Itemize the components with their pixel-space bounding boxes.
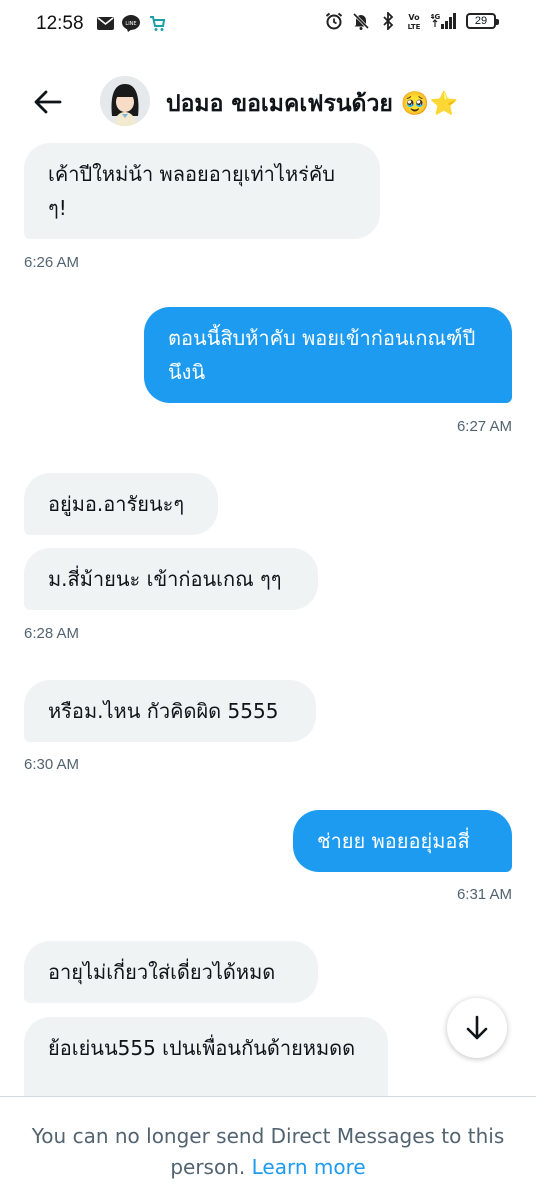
- avatar-image: [100, 76, 150, 126]
- back-button[interactable]: [30, 84, 66, 120]
- notice-text-container: You can no longer send Direct Messages t…: [30, 1121, 506, 1183]
- notification-icons: LINE: [96, 14, 166, 32]
- dm-disabled-notice: You can no longer send Direct Messages t…: [0, 1096, 536, 1201]
- message-timestamp: 6:26 AM: [24, 254, 80, 271]
- message-outgoing[interactable]: ตอนนี้สิบห้าคับ พอยเข้าก่อนเกณฑ์ปีนึงนิ: [144, 307, 512, 403]
- message-incoming[interactable]: อยู่มอ.อารัยนะๆ: [24, 473, 218, 535]
- message-incoming[interactable]: หรือม.ไหน กัวคิดผิด 5555: [24, 680, 316, 742]
- scroll-to-bottom-button[interactable]: [447, 998, 507, 1058]
- learn-more-link[interactable]: Learn more: [252, 1155, 366, 1179]
- status-time: 12:58: [36, 13, 84, 34]
- battery-indicator: 29: [466, 13, 499, 29]
- gmail-icon: [96, 14, 114, 32]
- arrow-down-icon: [466, 1015, 488, 1040]
- line-icon: LINE: [122, 14, 140, 32]
- svg-text:4G: 4G: [431, 13, 441, 21]
- message-incoming[interactable]: ม.สี่ม้ายนะ เข้าก่อนเกณ ๆๆ: [24, 548, 318, 610]
- message-timestamp: 6:28 AM: [24, 625, 80, 642]
- message-timestamp: 6:30 AM: [24, 756, 80, 773]
- shop-icon: [148, 14, 166, 32]
- conversation-header: ปอมอ ขอเมคเฟรนด้วย 🥹⭐: [0, 66, 536, 138]
- alarm-icon: [325, 12, 343, 30]
- conversation-title[interactable]: ปอมอ ขอเมคเฟรนด้วย 🥹⭐: [166, 86, 458, 122]
- status-bar: 12:58 LINE Vo LTE 4G 29: [0, 0, 536, 48]
- message-incoming[interactable]: อายุไม่เกี่ยวใส่เดี่ยวได้หมด: [24, 941, 318, 1003]
- svg-text:LINE: LINE: [125, 21, 136, 27]
- message-outgoing[interactable]: ช่ายย พอยอยุ่มอสี่: [293, 810, 512, 872]
- avatar[interactable]: [100, 76, 150, 126]
- message-timestamp: 6:31 AM: [456, 886, 512, 903]
- message-timestamp: 6:27 AM: [456, 418, 512, 435]
- bluetooth-icon: [379, 12, 397, 30]
- 4g-signal-icon: 4G: [431, 12, 457, 30]
- message-incoming[interactable]: เค้าปีใหม่น้า พลอยอายุเท่าไหร่คับ ๆ!: [24, 143, 380, 239]
- mute-icon: [352, 12, 370, 30]
- svg-text:Vo: Vo: [408, 13, 420, 22]
- svg-text:LTE: LTE: [408, 23, 421, 30]
- back-arrow-icon: [34, 90, 62, 114]
- volte-icon: Vo LTE: [406, 12, 422, 30]
- system-icons: Vo LTE 4G 29: [325, 12, 499, 30]
